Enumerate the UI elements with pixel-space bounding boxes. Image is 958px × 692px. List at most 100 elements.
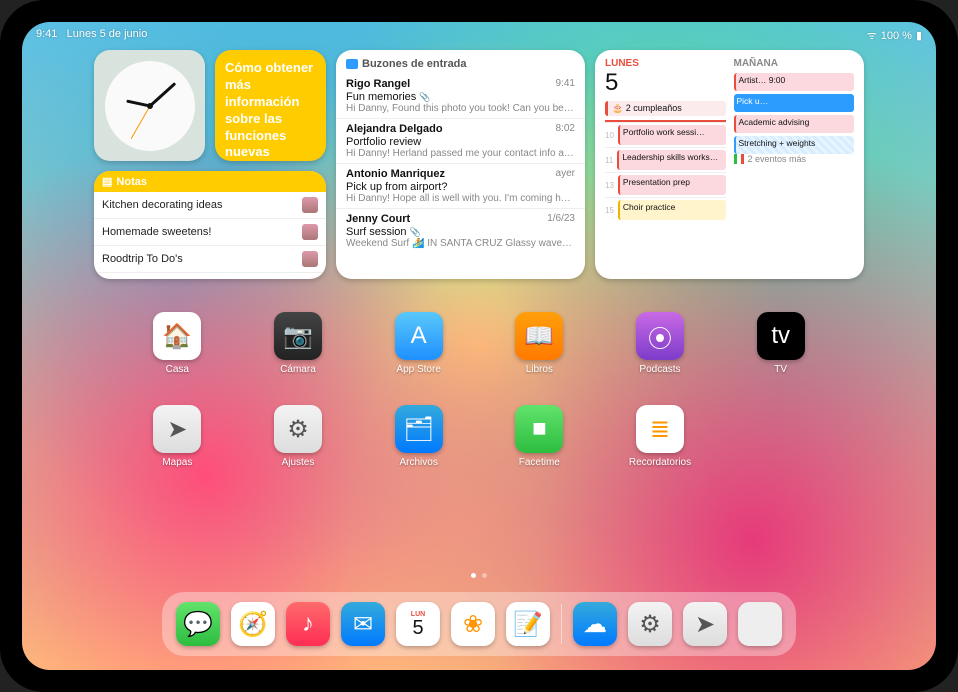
app-messages[interactable]: 💬 bbox=[176, 602, 220, 646]
cal-event[interactable]: Academic advising bbox=[734, 115, 855, 133]
app-ajustes[interactable]: ⚙ Ajustes bbox=[274, 405, 322, 468]
cal-event[interactable]: Presentation prep bbox=[618, 175, 726, 195]
cal-hour-label: 13 bbox=[605, 181, 614, 190]
app-safari[interactable]: 🧭 bbox=[231, 602, 275, 646]
page-indicator[interactable] bbox=[471, 573, 487, 578]
app-facetime[interactable]: ■ Facetime bbox=[515, 405, 563, 468]
mail-preview: Hi Danny, Found this photo you took! Can… bbox=[346, 103, 575, 114]
app-notes[interactable]: 📝 bbox=[506, 602, 550, 646]
app-maps[interactable]: ➤ bbox=[683, 602, 727, 646]
app-applib[interactable] bbox=[738, 602, 782, 646]
app-music[interactable]: ♪ bbox=[286, 602, 330, 646]
note-thumb-icon bbox=[302, 224, 318, 240]
notes-title: Notas bbox=[116, 176, 147, 188]
app-label: Libros bbox=[526, 364, 553, 375]
cal-allday-event: 🎂 2 cumpleaños bbox=[605, 101, 726, 116]
mail-subject: Portfolio review bbox=[346, 136, 575, 148]
mail-row[interactable]: Jenny Court 1/6/23 Surf session📎 Weekend… bbox=[336, 208, 585, 253]
mail-from: Jenny Court bbox=[346, 213, 410, 225]
app-icon: 💬 bbox=[176, 602, 220, 646]
wifi-icon: ᯤ bbox=[867, 28, 877, 43]
mail-row[interactable]: Alejandra Delgado 8:02 Portfolio review … bbox=[336, 118, 585, 163]
app-icon: ■ bbox=[515, 405, 563, 453]
app-icon: ≣ bbox=[636, 405, 684, 453]
calendar-widget[interactable]: LUNES 5 🎂 2 cumpleaños 10 Portfolio work… bbox=[595, 50, 864, 279]
app-app store[interactable]: A App Store bbox=[395, 312, 443, 375]
cal-hour-row: 15 Choir practice bbox=[605, 197, 726, 222]
app-weather[interactable]: ☁ bbox=[573, 602, 617, 646]
attachment-icon: 📎 bbox=[410, 227, 421, 237]
app-label: App Store bbox=[396, 364, 440, 375]
cal-event[interactable]: Leadership skills workshop bbox=[617, 150, 725, 170]
note-row[interactable]: Homemade sweetens! bbox=[94, 219, 326, 246]
mail-preview: Weekend Surf 🏄 IN SANTA CRUZ Glassy wave… bbox=[346, 238, 575, 249]
app-icon: ⦿ bbox=[636, 312, 684, 360]
status-date: Lunes 5 de junio bbox=[67, 28, 148, 40]
dock-separator bbox=[561, 604, 562, 644]
app-archivos[interactable]: 🗂 Archivos bbox=[395, 405, 443, 468]
note-row[interactable]: Kitchen decorating ideas bbox=[94, 192, 326, 219]
mail-subject: Pick up from airport? bbox=[346, 181, 575, 193]
clock-widget[interactable] bbox=[94, 50, 205, 161]
app-libros[interactable]: 📖 Libros bbox=[515, 312, 563, 375]
tips-widget[interactable]: Cómo obtener más información sobre las f… bbox=[215, 50, 326, 161]
battery-icon: ▮ bbox=[916, 29, 922, 42]
app-cámara[interactable]: 📷 Cámara bbox=[274, 312, 322, 375]
app-tv[interactable]: tv TV bbox=[757, 312, 805, 375]
app-mail[interactable]: ✉ bbox=[341, 602, 385, 646]
tip-text: Cómo obtener más información sobre las f… bbox=[225, 60, 316, 161]
app-icon: ➤ bbox=[153, 405, 201, 453]
mail-preview: Hi Danny! Hope all is well with you. I'm… bbox=[346, 193, 575, 204]
page-dot-2[interactable] bbox=[482, 573, 487, 578]
mail-widget[interactable]: Buzones de entrada Rigo Rangel 9:41 Fun … bbox=[336, 50, 585, 279]
app-icon: 📖 bbox=[515, 312, 563, 360]
app-icon: ☁ bbox=[573, 602, 617, 646]
mail-row[interactable]: Antonio Manriquez ayer Pick up from airp… bbox=[336, 163, 585, 208]
app-label: Ajustes bbox=[282, 457, 315, 468]
notes-icon: ▤ bbox=[102, 175, 112, 188]
home-screen[interactable]: 9:41 Lunes 5 de junio ᯤ 100 % ▮ bbox=[22, 22, 936, 670]
mail-header: Buzones de entrada bbox=[336, 56, 585, 74]
attachment-icon: 📎 bbox=[419, 92, 430, 102]
cal-event[interactable]: Artist… 9:00 bbox=[734, 73, 855, 91]
notes-widget[interactable]: ▤ Notas Kitchen decorating ideas Homemad… bbox=[94, 171, 326, 279]
app-icon bbox=[738, 602, 782, 646]
cal-event[interactable]: Stretching + weights bbox=[734, 136, 855, 154]
app-podcasts[interactable]: ⦿ Podcasts bbox=[636, 312, 684, 375]
app-icon: 📷 bbox=[274, 312, 322, 360]
cal-hour-label: 10 bbox=[605, 131, 614, 140]
note-thumb-icon bbox=[302, 197, 318, 213]
app-photos[interactable]: ❀ bbox=[451, 602, 495, 646]
status-right: ᯤ 100 % ▮ bbox=[867, 28, 922, 43]
app-settings[interactable]: ⚙ bbox=[628, 602, 672, 646]
app-casa[interactable]: 🏠 Casa bbox=[153, 312, 201, 375]
cal-more-events: 2 eventos más bbox=[748, 154, 807, 164]
app-calendar[interactable]: LUN5 bbox=[396, 602, 440, 646]
app-label: TV bbox=[774, 364, 787, 375]
mail-row[interactable]: Rigo Rangel 9:41 Fun memories📎 Hi Danny,… bbox=[336, 74, 585, 118]
app-label: Facetime bbox=[519, 457, 560, 468]
page-dot-1[interactable] bbox=[471, 573, 476, 578]
cal-event[interactable]: Choir practice bbox=[618, 200, 726, 220]
app-icon: A bbox=[395, 312, 443, 360]
dock: 💬 🧭 ♪ ✉ LUN5 ❀ 📝 ☁ ⚙ ➤ bbox=[162, 592, 796, 656]
app-mapas[interactable]: ➤ Mapas bbox=[153, 405, 201, 468]
app-label: Casa bbox=[166, 364, 189, 375]
app-label: Mapas bbox=[162, 457, 192, 468]
mail-icon bbox=[346, 59, 358, 69]
note-row[interactable]: Roodtrip To Do's bbox=[94, 246, 326, 273]
app-icon: 🏠 bbox=[153, 312, 201, 360]
mail-from: Antonio Manriquez bbox=[346, 168, 445, 180]
app-recordatorios[interactable]: ≣ Recordatorios bbox=[629, 405, 691, 468]
cal-event[interactable]: Pick u… bbox=[734, 94, 855, 112]
app-label: Podcasts bbox=[639, 364, 680, 375]
mail-time: 9:41 bbox=[556, 78, 575, 90]
mail-preview: Hi Danny! Herland passed me your contact… bbox=[346, 148, 575, 159]
cal-event[interactable]: Portfolio work sessi… bbox=[618, 125, 726, 145]
mail-title: Buzones de entrada bbox=[362, 58, 467, 70]
status-time: 9:41 bbox=[36, 28, 57, 40]
status-bar: 9:41 Lunes 5 de junio ᯤ 100 % ▮ bbox=[36, 28, 922, 43]
cal-tomorrow-label: MAÑANA bbox=[734, 58, 855, 69]
cal-tomorrow: MAÑANA Artist… 9:00 Pick u… Academic advis… bbox=[734, 58, 855, 271]
cal-today-label: LUNES bbox=[605, 58, 726, 69]
